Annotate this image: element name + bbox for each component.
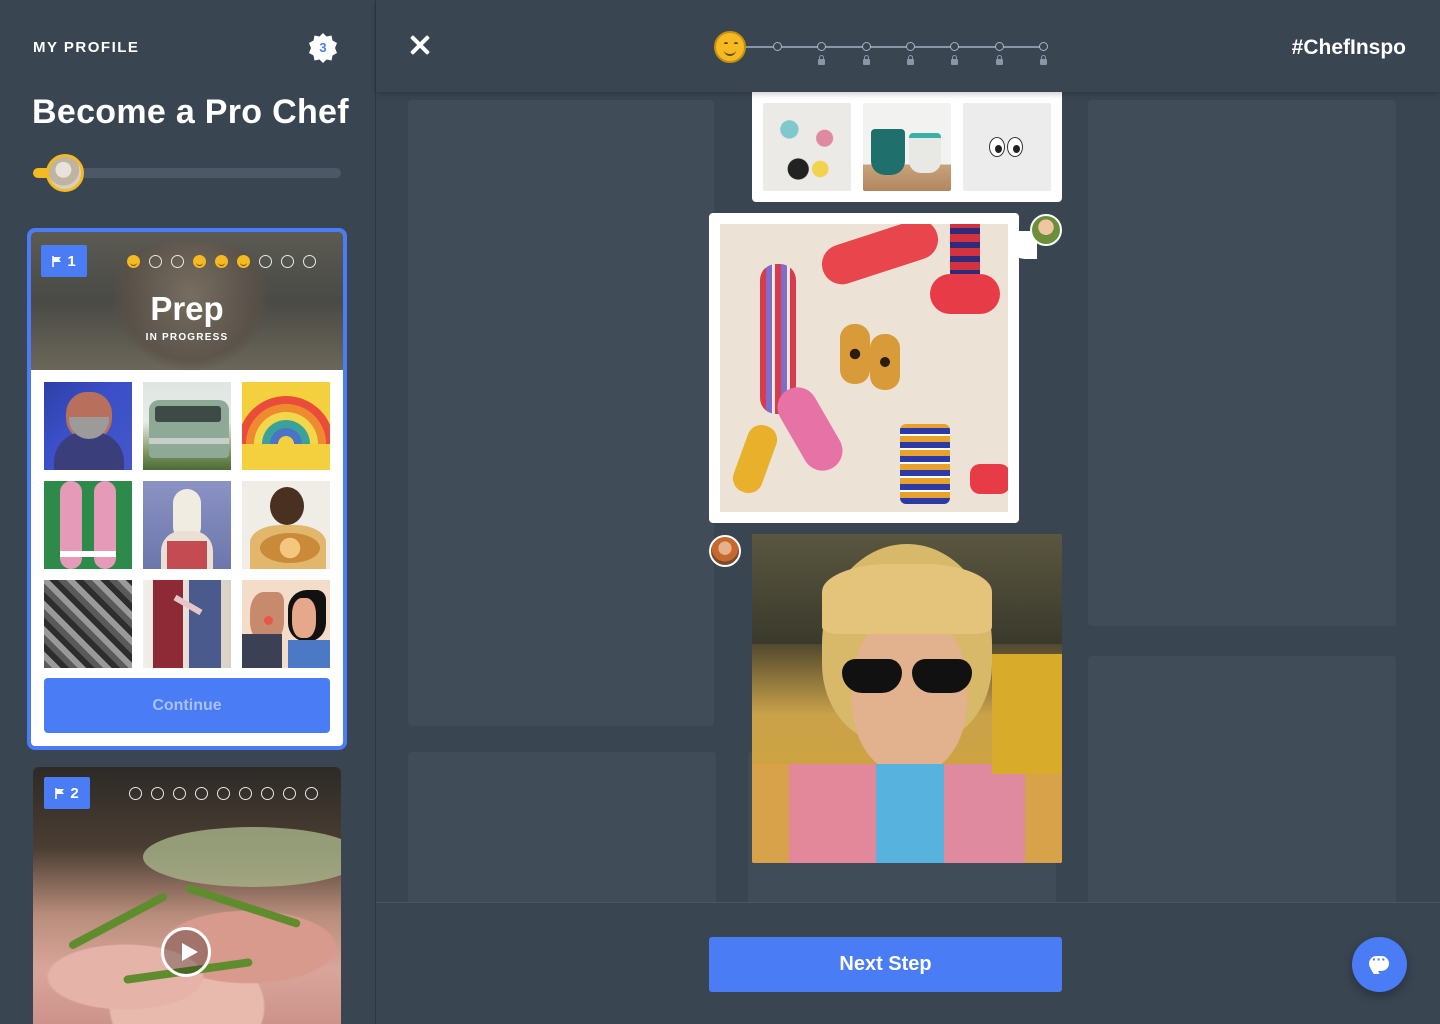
course-card-prep[interactable]: 1 Prep IN PROGRESS Continue [27,228,347,750]
lock-icon [818,55,826,65]
background-card [408,752,716,902]
lock-icon [862,55,870,65]
lock-icon [951,55,959,65]
my-profile-label[interactable]: MY PROFILE [33,39,139,56]
card-title: Prep [150,290,224,327]
message-photo[interactable] [752,534,1062,863]
progress-step-node [773,42,782,51]
level-avatar [46,154,84,192]
grid-photo[interactable] [44,580,132,668]
grid-photo[interactable] [242,382,330,470]
step-incomplete-dot [239,787,252,800]
avatar[interactable] [1030,214,1062,246]
background-card [1088,656,1396,902]
progress-step-node [950,42,960,51]
step-incomplete-dot [217,787,230,800]
step-incomplete-dot [171,255,184,268]
background-card [408,100,714,726]
message-photo[interactable] [763,103,851,191]
avatar[interactable] [709,535,741,567]
step-incomplete-dot [283,787,296,800]
inspiration-grid [44,382,330,668]
step-progress [714,31,1054,71]
message-bubble [709,213,1037,523]
message-photo[interactable] [963,103,1051,191]
chat-icon[interactable] [1352,937,1407,992]
lock-icon [995,55,1003,65]
notification-badge[interactable]: 3 [307,32,339,64]
top-bar: #ChefInspo [376,0,1440,92]
card-header-image: 1 Prep IN PROGRESS [31,232,343,372]
step-complete-icon [127,255,140,268]
step-incomplete-dot [151,787,164,800]
step-incomplete-dot [173,787,186,800]
step-dots [127,255,316,268]
step-complete-icon [215,255,228,268]
grid-photo[interactable] [242,580,330,668]
continue-button[interactable]: Continue [44,678,330,733]
step-incomplete-dot [281,255,294,268]
grid-photo[interactable] [44,382,132,470]
profile-sidebar: MY PROFILE 3 Become a Pro Chef 1 Prep IN… [0,0,376,1024]
badge-count: 3 [319,40,327,55]
grid-photo[interactable] [143,481,231,569]
message-illustration[interactable] [720,224,1008,512]
message-photo[interactable] [863,103,951,191]
step-complete-icon [193,255,206,268]
progress-step-node [994,42,1004,51]
play-icon[interactable] [161,927,211,977]
bottom-bar: Next Step [376,902,1440,1024]
grid-photo[interactable] [143,580,231,668]
step-incomplete-dot [261,787,274,800]
flag-icon [55,787,65,799]
grid-photo[interactable] [242,481,330,569]
grid-photo[interactable] [143,382,231,470]
flag-icon [52,255,62,267]
card-status: IN PROGRESS [145,332,229,343]
step-incomplete-dot [305,787,318,800]
flag-number: 1 [67,252,76,270]
step-complete-icon [237,255,250,268]
progress-step-node [861,42,871,51]
smiley-icon [714,31,746,63]
step-incomplete-dot [129,787,142,800]
step-incomplete-dot [303,255,316,268]
progress-step-node [905,42,915,51]
step-dots [129,787,318,800]
flag-number: 2 [70,784,79,802]
step-incomplete-dot [149,255,162,268]
close-icon[interactable] [409,34,431,56]
lock-icon [906,55,914,65]
card-image-plate [143,827,341,887]
message-bubble [752,92,1062,202]
sidebar-title: Become a Pro Chef [32,93,349,131]
next-step-button[interactable]: Next Step [709,937,1062,992]
course-card-2[interactable]: 2 [33,767,341,1024]
step-incomplete-dot [195,787,208,800]
background-card [1088,100,1396,626]
lock-icon [1039,55,1047,65]
step-incomplete-dot [259,255,272,268]
step-flag: 2 [44,777,90,809]
progress-step-node [1038,42,1048,51]
progress-step-node [817,42,827,51]
grid-photo[interactable] [44,481,132,569]
hashtag-title: #ChefInspo [1291,36,1406,59]
step-flag: 1 [41,245,87,277]
